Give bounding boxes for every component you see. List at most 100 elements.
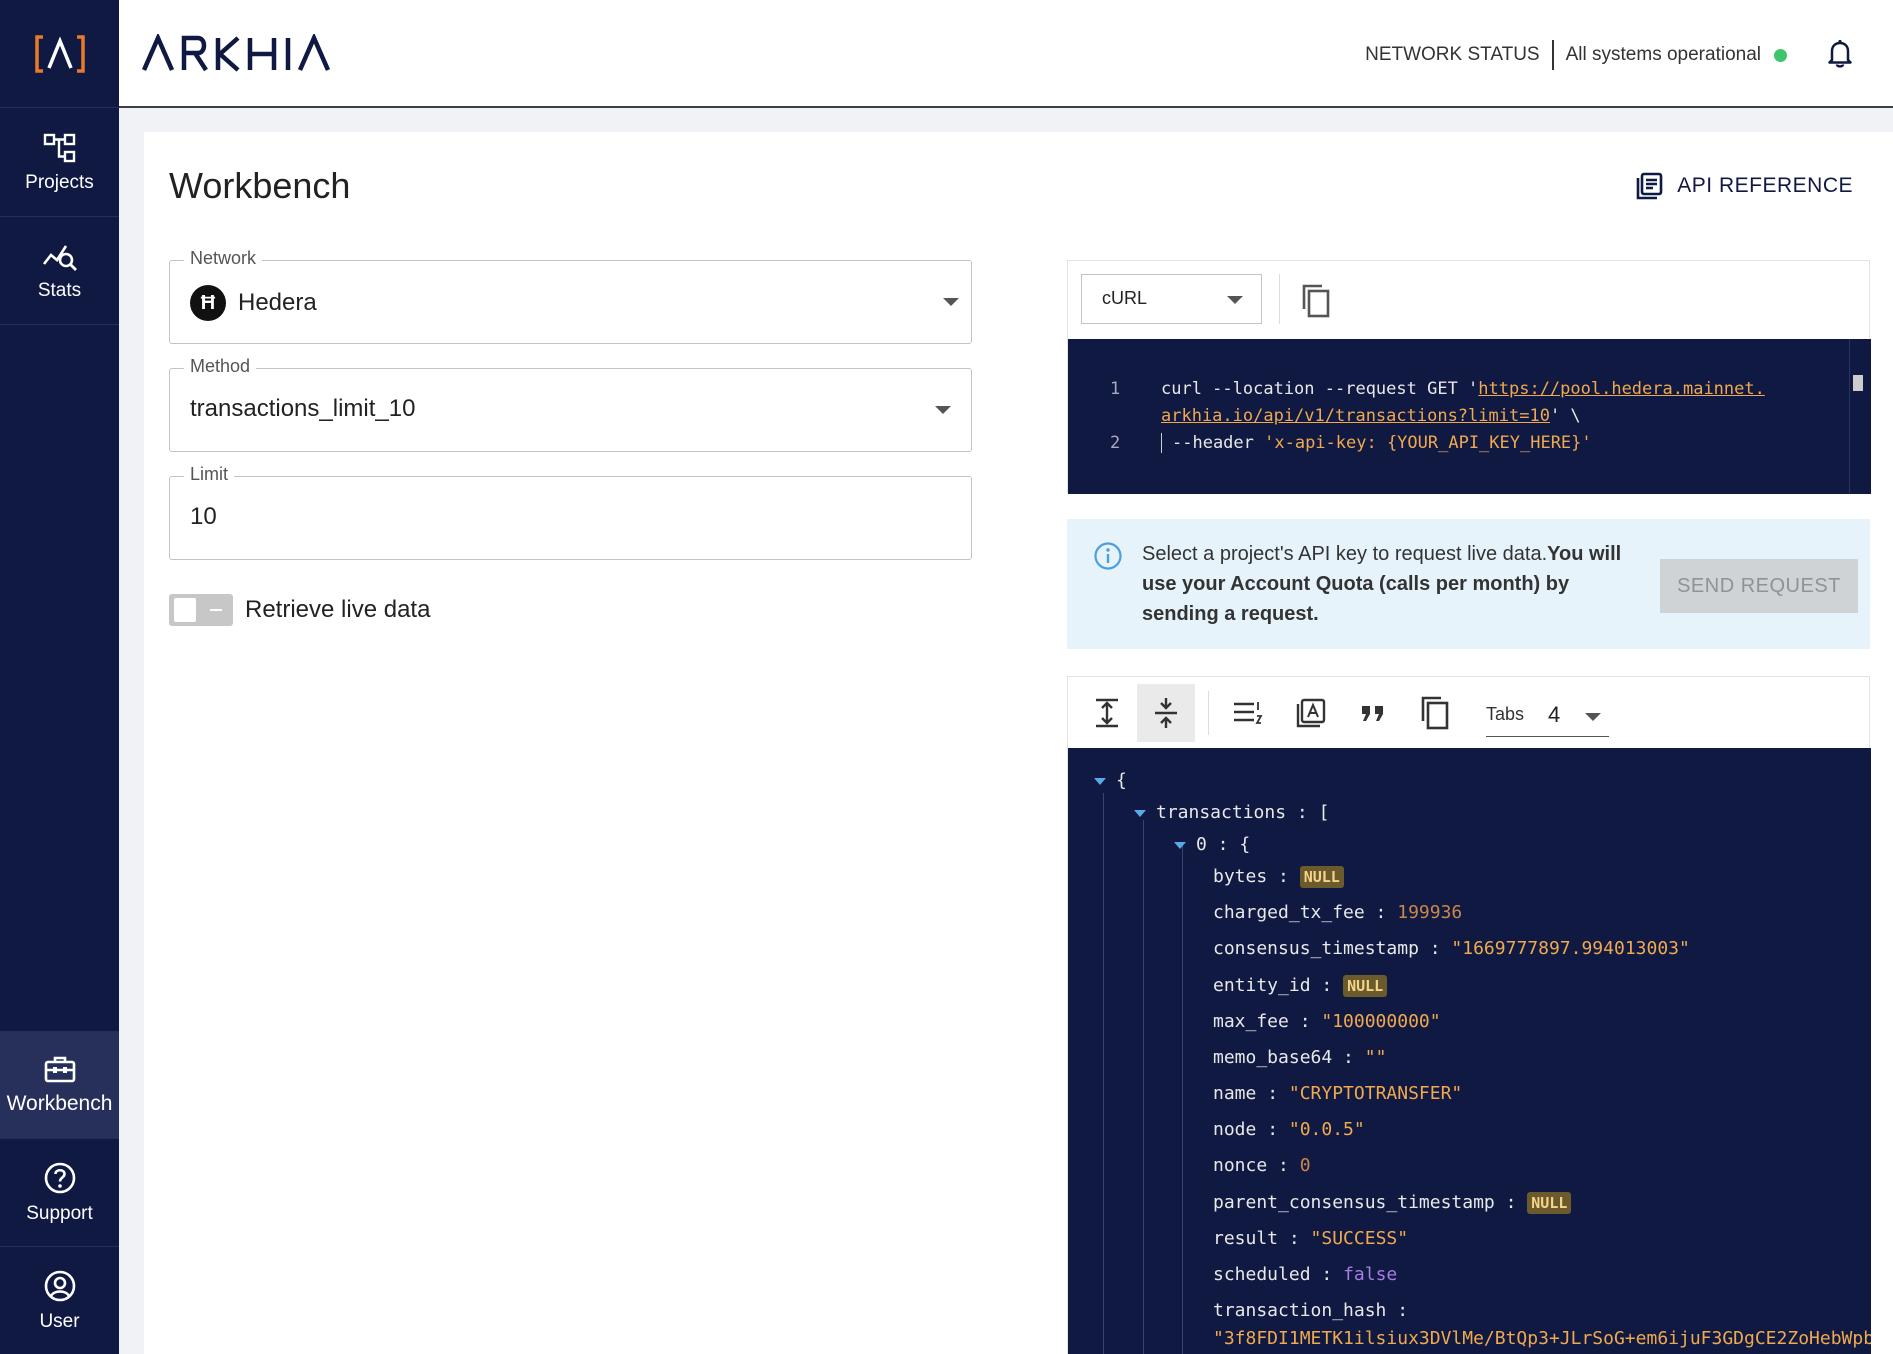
expand-icon [1096,698,1118,728]
quotes-toggle-button[interactable] [1344,684,1402,742]
status-dot-icon [1774,48,1787,62]
copy-icon [1421,696,1449,730]
toolbox-icon [44,1056,75,1083]
code-line-tail: ' \ [1549,406,1581,426]
collapse-arrow-icon[interactable] [1174,841,1186,849]
json-root[interactable]: { [1094,770,1127,791]
info-text: Select a project's API key to request li… [1142,539,1642,629]
json-key: entity_id [1213,975,1311,996]
arkhia-logo-icon [34,34,85,73]
json-key: transactions [1156,802,1287,823]
json-row: parent_consensus_timestamp : NULL [1213,1192,1572,1214]
sidebar-item-workbench[interactable]: Workbench [0,1031,119,1139]
notifications-button[interactable] [1827,38,1853,73]
null-badge: NULL [1527,1192,1572,1214]
status-divider [1551,40,1554,70]
method-value: transactions_limit_10 [190,395,416,422]
font-size-button[interactable] [1282,684,1340,742]
code-editor[interactable]: 1 curl --location --request GET 'https:/… [1068,339,1871,494]
network-status-text: All systems operational [1565,44,1761,65]
code-line-1: curl --location --request GET 'https://p… [1161,379,1765,399]
json-toolbar: Tabs 4 [1068,677,1869,748]
json-value: 199936 [1397,902,1463,923]
json-key: result [1213,1228,1279,1249]
code-toolbar: cURL [1068,261,1869,339]
code-header-flag: --header [1172,433,1265,453]
code-scrollbar[interactable] [1849,339,1871,494]
brand-wordmark[interactable] [141,32,342,79]
copy-code-button[interactable] [1300,283,1332,324]
live-data-label: Retrieve live data [245,596,431,623]
sidebar-item-label: Projects [25,171,94,193]
collapse-all-button[interactable] [1137,684,1195,742]
json-value: false [1343,1264,1398,1285]
sidebar-item-label: Workbench [6,1092,113,1115]
json-row: name : "CRYPTOTRANSFER" [1213,1083,1463,1104]
json-key: max_fee [1213,1011,1289,1032]
json-key: scheduled [1213,1264,1311,1285]
network-select[interactable]: Network Ħ Hedera [169,248,972,344]
network-status-label: NETWORK STATUS [1365,44,1540,65]
sidebar-item-support[interactable]: Support [0,1139,119,1247]
network-value-text: Hedera [238,289,317,316]
json-transactions-node[interactable]: transactions : [ [1134,802,1329,823]
json-value: "0.0.5" [1288,1119,1365,1140]
send-request-button[interactable]: SEND REQUEST [1660,559,1858,613]
sort-keys-button[interactable] [1219,684,1277,742]
json-brace: { [1239,834,1251,855]
language-select[interactable]: cURL [1081,274,1262,324]
limit-field[interactable]: Limit 10 [169,464,972,560]
sidebar-item-stats[interactable]: Stats [0,217,119,325]
sidebar-item-label: Stats [37,279,82,301]
scroll-thumb[interactable] [1853,375,1863,391]
json-brace: { [1116,770,1127,791]
json-key: bytes [1213,866,1268,887]
json-response-panel: Tabs 4 { transactions : [ 0 : { bytes : … [1067,676,1871,1354]
expand-all-button[interactable] [1078,684,1136,742]
json-value: 0 [1299,1155,1311,1176]
toggle-off-icon [210,609,222,611]
json-index-node[interactable]: 0 : { [1174,834,1250,855]
json-row: result : "SUCCESS" [1213,1228,1409,1249]
sort-list-icon [1234,702,1263,724]
text-format-icon [1296,698,1326,728]
copy-json-button[interactable] [1406,684,1464,742]
json-value: "SUCCESS" [1310,1228,1409,1249]
null-badge: NULL [1299,866,1344,888]
chevron-down-icon [943,298,959,306]
collapse-arrow-icon[interactable] [1094,777,1106,785]
help-circle-icon [44,1162,75,1193]
tab-width-select[interactable]: Tabs 4 [1486,693,1609,737]
info-text-plain: Select a project's API key to request li… [1142,543,1548,565]
page-title: Workbench [169,165,351,206]
collapse-arrow-icon[interactable] [1134,809,1146,817]
chevron-down-icon [1227,296,1243,304]
json-viewer[interactable]: { transactions : [ 0 : { bytes : NULL ch… [1068,748,1871,1354]
json-key: node [1213,1119,1257,1140]
book-icon [1636,172,1663,200]
api-reference-link[interactable]: API REFERENCE [1635,172,1853,200]
app-logo[interactable] [0,0,119,108]
quote-icon [1362,706,1383,721]
code-line-2: --header 'x-api-key: {YOUR_API_KEY_HERE}… [1161,433,1592,453]
json-row: transaction_hash : [1213,1300,1409,1321]
method-select[interactable]: Method transactions_limit_10 [169,356,972,452]
sidebar-item-user[interactable]: User [0,1247,119,1354]
null-badge: NULL [1343,975,1388,997]
line-number: 1 [1110,379,1121,399]
indent-guide [1182,846,1183,1354]
sidebar-item-label: Support [26,1202,93,1224]
info-banner: Select a project's API key to request li… [1067,519,1870,649]
live-data-toggle-row: Retrieve live data [169,594,430,626]
hedera-logo-icon: Ħ [190,285,226,321]
bell-icon [1828,39,1852,68]
sidebar-item-projects[interactable]: Projects [0,109,119,217]
live-data-toggle[interactable] [169,594,233,626]
tabs-label: Tabs [1486,704,1525,724]
json-value: "100000000" [1321,1011,1441,1032]
language-value: cURL [1102,288,1148,308]
json-key: name [1213,1083,1257,1104]
stats-icon [42,244,77,271]
code-url-part2: arkhia.io/api/v1/transactions?limit=10 [1161,406,1550,426]
json-key: transaction_hash [1213,1300,1387,1321]
